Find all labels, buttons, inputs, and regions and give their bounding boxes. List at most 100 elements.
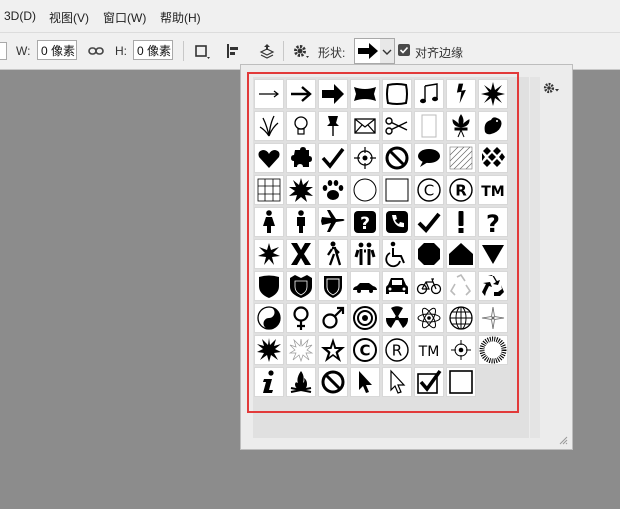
shape-cell[interactable]: [446, 303, 476, 333]
diamond-pattern-icon: [482, 147, 505, 167]
shape-cell[interactable]: [446, 111, 476, 141]
shape-cell[interactable]: [286, 111, 316, 141]
menu-3d[interactable]: 3D(D): [4, 9, 36, 23]
shape-cell[interactable]: [446, 207, 476, 237]
airplane-icon: [321, 210, 345, 232]
shape-cell[interactable]: [318, 335, 348, 365]
shape-cell[interactable]: [286, 367, 316, 397]
shape-cell[interactable]: [254, 335, 284, 365]
shape-cell[interactable]: [446, 367, 476, 397]
shape-cell[interactable]: [286, 239, 316, 269]
shape-cell[interactable]: [478, 335, 508, 365]
height-field[interactable]: 0 像素: [133, 40, 173, 60]
shape-cell[interactable]: [382, 111, 412, 141]
shape-cell[interactable]: [318, 175, 348, 205]
shape-cell[interactable]: [350, 111, 380, 141]
shape-cell[interactable]: [254, 79, 284, 109]
shape-cell[interactable]: [414, 367, 444, 397]
shape-cell[interactable]: [286, 271, 316, 301]
shape-cell[interactable]: [478, 79, 508, 109]
shape-cell[interactable]: [286, 143, 316, 173]
shape-cell[interactable]: TM: [414, 335, 444, 365]
shape-cell[interactable]: ?: [350, 207, 380, 237]
shape-cell[interactable]: [318, 143, 348, 173]
shape-cell[interactable]: [350, 271, 380, 301]
shape-cell[interactable]: [318, 367, 348, 397]
shape-cell[interactable]: [286, 207, 316, 237]
shape-cell[interactable]: [478, 303, 508, 333]
shape-cell[interactable]: R: [446, 175, 476, 205]
shape-cell[interactable]: TM: [478, 175, 508, 205]
menu-window[interactable]: 窗口(W): [103, 9, 146, 26]
shape-cell[interactable]: ?: [478, 207, 508, 237]
shape-cell[interactable]: [446, 79, 476, 109]
shape-cell[interactable]: [350, 175, 380, 205]
link-icon[interactable]: [87, 42, 105, 60]
resize-grip-icon[interactable]: [558, 435, 568, 445]
chevron-down-icon: [382, 49, 392, 55]
shape-cell[interactable]: [382, 367, 412, 397]
previous-field[interactable]: [0, 42, 7, 60]
shape-cell[interactable]: [254, 271, 284, 301]
shape-cell[interactable]: [382, 79, 412, 109]
shape-cell[interactable]: [414, 239, 444, 269]
shape-cell[interactable]: [414, 143, 444, 173]
shape-cell[interactable]: [286, 303, 316, 333]
shape-cell[interactable]: [478, 271, 508, 301]
shape-cell[interactable]: [286, 335, 316, 365]
shape-picker-dropdown[interactable]: [380, 38, 395, 64]
shape-cell[interactable]: [414, 303, 444, 333]
scrollbar[interactable]: [530, 77, 540, 438]
shape-cell[interactable]: [446, 271, 476, 301]
shape-cell[interactable]: [414, 79, 444, 109]
shape-cell[interactable]: [318, 239, 348, 269]
shape-cell[interactable]: [382, 239, 412, 269]
width-field[interactable]: 0 像素: [37, 40, 77, 60]
shape-cell[interactable]: [414, 207, 444, 237]
shape-cell[interactable]: [254, 207, 284, 237]
shape-cell[interactable]: [254, 143, 284, 173]
shape-cell[interactable]: [254, 303, 284, 333]
menu-view[interactable]: 视图(V): [49, 9, 89, 26]
shape-cell[interactable]: [318, 207, 348, 237]
shape-cell[interactable]: C: [350, 335, 380, 365]
shape-cell[interactable]: [318, 271, 348, 301]
shape-cell[interactable]: [382, 143, 412, 173]
shape-cell[interactable]: [350, 143, 380, 173]
shape-cell[interactable]: [382, 271, 412, 301]
path-operations-icon[interactable]: [193, 42, 211, 60]
panel-gear-icon[interactable]: [543, 81, 561, 95]
shape-cell[interactable]: [350, 367, 380, 397]
shape-cell[interactable]: C: [414, 175, 444, 205]
shape-cell[interactable]: [382, 303, 412, 333]
shape-cell[interactable]: [446, 143, 476, 173]
shape-cell[interactable]: [382, 207, 412, 237]
shape-cell[interactable]: [254, 239, 284, 269]
shape-cell[interactable]: [446, 239, 476, 269]
shape-cell[interactable]: [478, 111, 508, 141]
shape-cell[interactable]: [286, 175, 316, 205]
shape-cell[interactable]: [350, 239, 380, 269]
align-edges-checkbox[interactable]: [398, 44, 410, 56]
shape-cell[interactable]: [254, 111, 284, 141]
shape-cell[interactable]: [254, 175, 284, 205]
path-alignment-icon[interactable]: [224, 42, 242, 60]
shape-cell[interactable]: [318, 111, 348, 141]
shape-cell[interactable]: [382, 175, 412, 205]
shape-cell[interactable]: [318, 303, 348, 333]
shape-cell[interactable]: [414, 111, 444, 141]
shape-cell[interactable]: [414, 271, 444, 301]
shape-cell[interactable]: [478, 239, 508, 269]
shape-cell[interactable]: [350, 303, 380, 333]
shape-cell[interactable]: [254, 367, 284, 397]
shape-cell[interactable]: R: [382, 335, 412, 365]
shape-cell[interactable]: [350, 79, 380, 109]
shape-cell[interactable]: [286, 79, 316, 109]
shape-cell[interactable]: [318, 79, 348, 109]
shape-picker[interactable]: [354, 38, 382, 64]
menu-help[interactable]: 帮助(H): [160, 9, 201, 26]
path-arrangement-icon[interactable]: [258, 42, 276, 60]
shape-cell[interactable]: [478, 143, 508, 173]
gear-icon[interactable]: [292, 42, 310, 60]
shape-cell[interactable]: [446, 335, 476, 365]
